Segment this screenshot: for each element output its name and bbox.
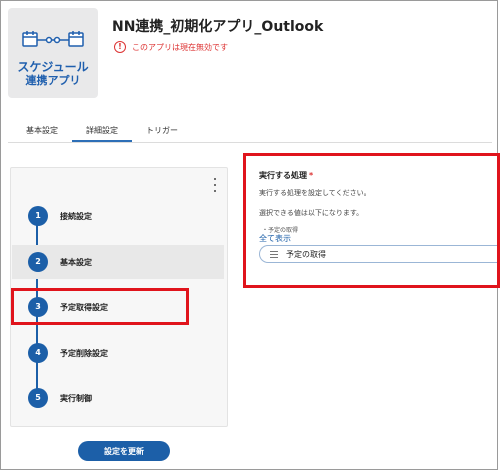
step-number: 5 — [28, 388, 48, 408]
calendar-link-icon — [22, 31, 84, 47]
step-number: 4 — [28, 343, 48, 363]
step-label: 接続設定 — [60, 211, 92, 221]
step-schedule-delete-settings[interactable]: 4 予定削除設定 — [12, 336, 224, 370]
tab-divider — [8, 142, 492, 143]
status-row: ! このアプリは現在無効です — [114, 41, 228, 53]
step-basic-settings[interactable]: 2 基本設定 — [12, 245, 224, 279]
highlight-box-detail — [243, 153, 500, 288]
warning-circle-icon: ! — [114, 41, 126, 53]
kebab-menu-icon[interactable] — [213, 178, 217, 192]
step-connection-settings[interactable]: 1 接続設定 — [12, 199, 224, 233]
step-execution-control[interactable]: 5 実行制御 — [12, 381, 224, 415]
app-icon: スケジュール 連携アプリ — [8, 8, 98, 98]
step-label: 予定削除設定 — [60, 348, 108, 358]
step-number: 3 — [28, 297, 48, 317]
app-icon-line1: スケジュール — [17, 60, 89, 74]
step-number: 1 — [28, 206, 48, 226]
app-icon-line2: 連携アプリ — [25, 74, 81, 87]
tab-basic-settings[interactable]: 基本設定 — [12, 125, 72, 142]
app-title: NN連携_初期化アプリ_Outlook — [112, 19, 324, 35]
step-label: 実行制御 — [60, 393, 92, 403]
status-text: このアプリは現在無効です — [132, 42, 228, 52]
update-settings-button[interactable]: 設定を更新 — [78, 441, 170, 461]
tab-trigger[interactable]: トリガー — [132, 125, 192, 142]
tab-bar: 基本設定 詳細設定 トリガー — [12, 125, 192, 142]
step-number: 2 — [28, 252, 48, 272]
step-label: 基本設定 — [60, 257, 92, 267]
tab-detail-settings[interactable]: 詳細設定 — [72, 125, 132, 142]
